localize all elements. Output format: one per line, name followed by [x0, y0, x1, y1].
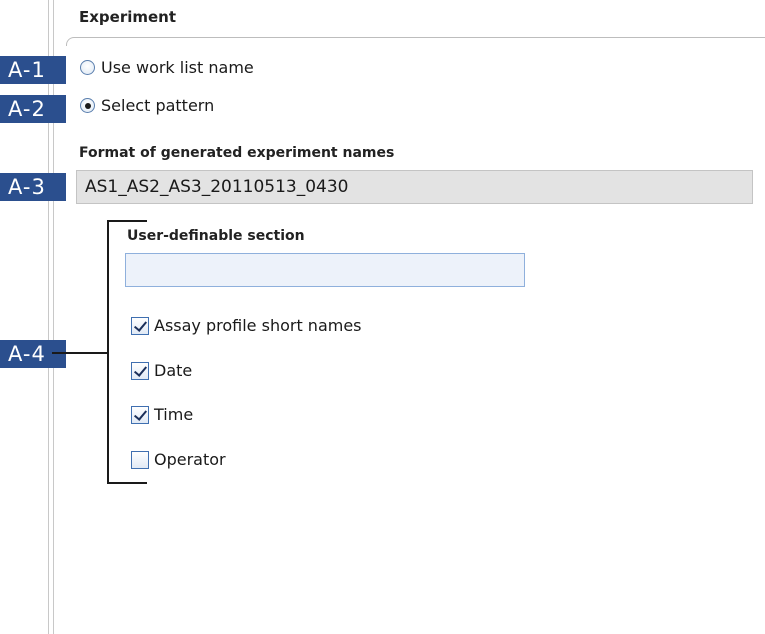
user-definable-input[interactable]	[125, 253, 525, 287]
checkbox-checked-icon[interactable]	[131, 405, 149, 424]
checkbox-checked-icon[interactable]	[131, 361, 149, 380]
checkbox-unchecked-icon[interactable]	[131, 450, 149, 469]
user-definable-label: User-definable section	[127, 228, 305, 244]
radio-label: Use work list name	[101, 58, 254, 77]
checkbox-assay-profile-short-names[interactable]: Assay profile short names	[131, 316, 362, 335]
radio-button-icon[interactable]	[80, 60, 95, 75]
callout-a4-connector	[52, 352, 108, 354]
radio-use-work-list-name[interactable]: Use work list name	[80, 58, 254, 77]
callout-a2: A-2	[0, 95, 66, 123]
callout-a3: A-3	[0, 173, 66, 201]
checkbox-operator[interactable]: Operator	[131, 450, 226, 469]
group-title: Experiment	[79, 8, 177, 26]
checkbox-time[interactable]: Time	[131, 405, 193, 424]
checkbox-label: Assay profile short names	[154, 316, 362, 335]
radio-select-pattern[interactable]: Select pattern	[80, 96, 214, 115]
checkbox-date[interactable]: Date	[131, 361, 192, 380]
callout-a1: A-1	[0, 56, 66, 84]
group-divider	[66, 37, 765, 46]
checkbox-label: Date	[154, 361, 193, 380]
checkbox-checked-icon[interactable]	[131, 316, 149, 335]
checkbox-label: Operator	[154, 450, 226, 469]
radio-button-selected-icon[interactable]	[80, 98, 95, 113]
radio-label: Select pattern	[101, 96, 215, 115]
format-label: Format of generated experiment names	[79, 145, 395, 161]
callout-a4: A-4	[0, 340, 66, 368]
experiment-naming-panel: Experiment A-1 A-2 A-3 A-4 Use work list…	[0, 0, 765, 634]
format-preview-field: AS1_AS2_AS3_20110513_0430	[76, 170, 753, 204]
checkbox-label: Time	[154, 405, 194, 424]
